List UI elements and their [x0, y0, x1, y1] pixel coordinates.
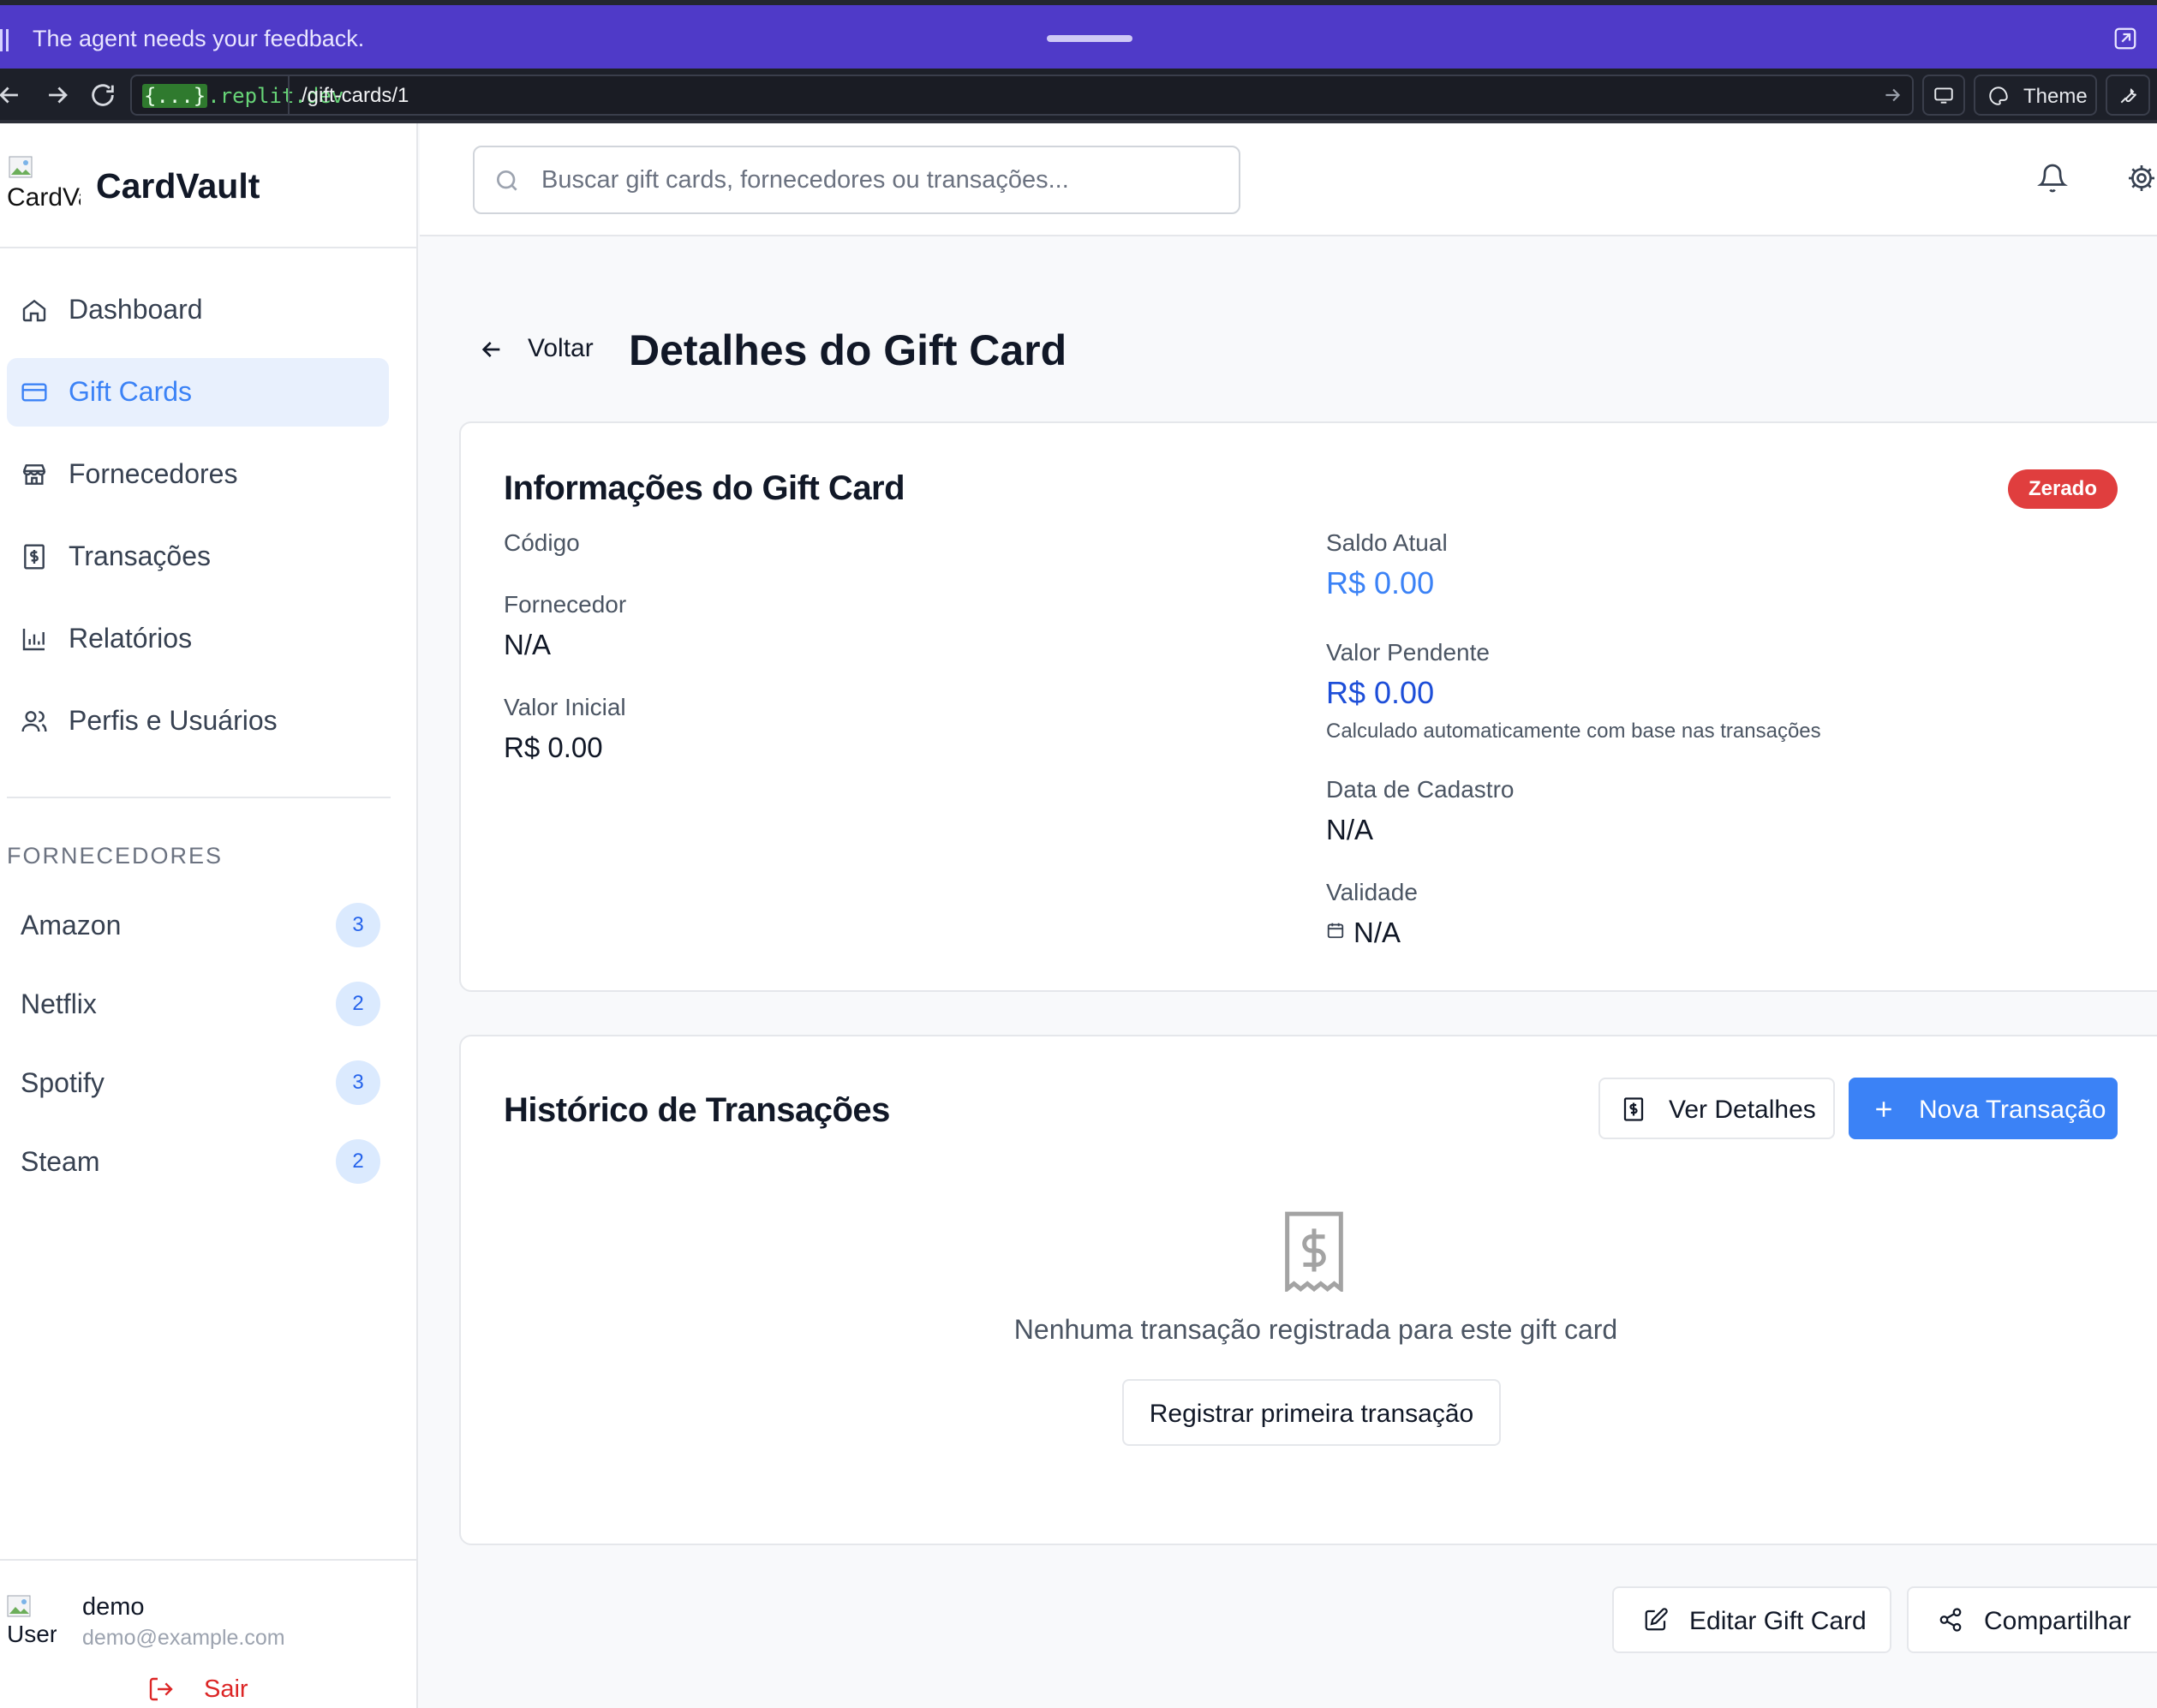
sidebar-item-dashboard[interactable]: Dashboard: [7, 276, 389, 344]
status-badge: Zerado: [2008, 469, 2118, 509]
bell-icon[interactable]: [2037, 163, 2068, 194]
saldo-atual-value: R$ 0.00: [1326, 565, 1435, 600]
forward-arrow-icon[interactable]: [43, 81, 72, 110]
broken-image-icon: [7, 1595, 31, 1617]
supplier-item-spotify[interactable]: Spotify 3: [21, 1057, 380, 1108]
logout-icon: [147, 1675, 175, 1703]
edit-icon: [1643, 1607, 1669, 1633]
search-input[interactable]: [541, 161, 1218, 199]
valor-inicial-label: Valor Inicial: [504, 694, 626, 720]
codigo-label: Código: [504, 529, 580, 556]
count-badge: 3: [336, 903, 380, 947]
store-icon: [21, 461, 48, 488]
validade-label: Validade: [1326, 879, 1418, 905]
valor-pendente-value: R$ 0.00: [1326, 675, 1435, 710]
top-bar: [420, 123, 2157, 236]
arrow-left-icon: [478, 336, 505, 363]
info-card-title: Informações do Gift Card: [504, 469, 905, 507]
view-details-button[interactable]: Ver Detalhes: [1598, 1078, 1835, 1139]
avatar: User: [7, 1595, 57, 1646]
valor-pendente-label: Valor Pendente: [1326, 639, 1490, 666]
wrench-icon: [2118, 84, 2140, 106]
url-field[interactable]: {...}.replit.dev /gift-cards/1: [130, 75, 1914, 116]
palette-icon: [1987, 85, 2010, 107]
receipt-icon: [21, 543, 48, 570]
page-title: Detalhes do Gift Card: [629, 326, 1067, 374]
share-button[interactable]: Compartilhar: [1907, 1586, 2157, 1653]
url-path: /gift-cards/1: [302, 84, 409, 107]
sidebar-item-fornecedores[interactable]: Fornecedores: [7, 440, 389, 509]
logo-image: CardVault: [7, 156, 81, 211]
theme-button[interactable]: Theme: [1974, 75, 2097, 116]
fornecedor-value: N/A: [504, 629, 552, 660]
devtools-button[interactable]: [2106, 75, 2150, 116]
valor-inicial-value: R$ 0.00: [504, 732, 603, 763]
sidebar-item-gift-cards[interactable]: Gift Cards: [7, 358, 389, 427]
calendar-icon: [1326, 920, 1345, 941]
data-cadastro-value: N/A: [1326, 814, 1374, 845]
receipt-icon: [1621, 1096, 1646, 1122]
sidebar-item-perfis-usuarios[interactable]: Perfis e Usuários: [7, 687, 389, 755]
search-icon: [493, 167, 521, 194]
edit-gift-card-button[interactable]: Editar Gift Card: [1612, 1586, 1891, 1653]
sidebar: CardVault CardVault Dashboard Gift Cards…: [0, 123, 418, 1708]
go-arrow-icon[interactable]: [1881, 84, 1903, 106]
history-card-title: Histórico de Transações: [504, 1091, 890, 1129]
supplier-item-steam[interactable]: Steam 2: [21, 1136, 380, 1187]
popout-icon[interactable]: [2112, 26, 2138, 51]
sidebar-item-transacoes[interactable]: Transações: [7, 523, 389, 591]
search-box[interactable]: [473, 146, 1240, 214]
share-icon: [1938, 1607, 1963, 1633]
gear-icon[interactable]: [2126, 163, 2157, 194]
saldo-atual-label: Saldo Atual: [1326, 529, 1448, 556]
monitor-icon: [1933, 84, 1955, 106]
data-cadastro-label: Data de Cadastro: [1326, 776, 1515, 803]
devices-button[interactable]: [1922, 75, 1965, 116]
home-icon: [21, 296, 48, 324]
reload-icon[interactable]: [88, 81, 117, 110]
drag-grip-icon[interactable]: [0, 29, 9, 51]
supplier-item-netflix[interactable]: Netflix 2: [21, 978, 380, 1030]
brand-name: CardVault: [96, 166, 260, 206]
broken-image-icon: [9, 156, 33, 178]
sidebar-item-relatorios[interactable]: Relatórios: [7, 605, 389, 673]
empty-state-message: Nenhuma transação registrada para este g…: [1013, 1314, 1618, 1345]
feedback-message: The agent needs your feedback.: [33, 26, 365, 51]
count-badge: 3: [336, 1060, 380, 1105]
feedback-banner: The agent needs your feedback.: [0, 0, 2157, 69]
bar-chart-icon: [21, 625, 48, 653]
gift-card-info-card: Informações do Gift Card Zerado Código F…: [459, 421, 2157, 992]
back-arrow-icon[interactable]: [0, 81, 24, 110]
valor-pendente-note: Calculado automaticamente com base nas t…: [1326, 720, 1821, 743]
credit-card-icon: [21, 379, 48, 406]
register-first-transaction-button[interactable]: Registrar primeira transação: [1122, 1379, 1501, 1446]
theme-label: Theme: [2023, 85, 2088, 108]
plus-icon: [1871, 1096, 1897, 1122]
user-name: demo: [82, 1593, 145, 1621]
new-transaction-button[interactable]: Nova Transação: [1849, 1078, 2118, 1139]
users-icon: [21, 708, 48, 735]
receipt-icon: [1282, 1211, 1347, 1292]
user-email: demo@example.com: [82, 1626, 285, 1650]
drag-handle[interactable]: [1047, 35, 1132, 42]
suppliers-section-title: FORNECEDORES: [7, 843, 224, 869]
browser-toolbar: {...}.replit.dev /gift-cards/1 Theme: [0, 69, 2157, 123]
fornecedor-label: Fornecedor: [504, 591, 627, 618]
supplier-item-amazon[interactable]: Amazon 3: [21, 899, 380, 951]
count-badge: 2: [336, 1139, 380, 1184]
validade-value: N/A: [1353, 917, 1401, 948]
transaction-history-card: Histórico de Transações Ver Detalhes Nov…: [459, 1035, 2157, 1545]
count-badge: 2: [336, 982, 380, 1026]
